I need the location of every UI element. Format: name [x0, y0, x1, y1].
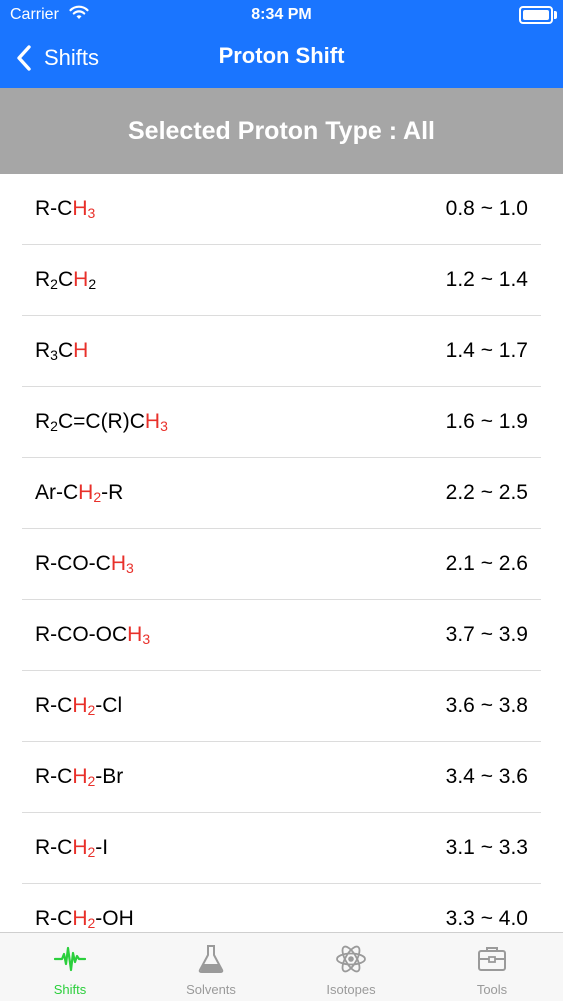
formula: R-CH2-I: [35, 836, 108, 860]
formula-part: C=C(R)C: [57, 410, 145, 433]
tab-label: Shifts: [53, 982, 87, 997]
highlighted-proton: H: [110, 552, 126, 575]
selected-type-text: Selected Proton Type : All: [128, 116, 435, 145]
tab-bar: Shifts Solvents Isotopes Tools: [0, 932, 563, 1001]
status-bar: Carrier 8:34 PM: [0, 0, 563, 30]
shift-row[interactable]: R-CO-OCH3 3.7 ~ 3.9: [22, 600, 541, 671]
shift-range: 2.2 ~ 2.5: [445, 481, 528, 504]
formula-part: R-C: [35, 765, 73, 788]
formula-part: R: [35, 268, 51, 291]
shift-range: 1.4 ~ 1.7: [445, 339, 528, 362]
highlighted-proton: 3: [142, 631, 151, 647]
selected-type-banner[interactable]: Selected Proton Type : All: [0, 88, 563, 174]
shift-range: 3.6 ~ 3.8: [445, 694, 528, 717]
tab-label: Isotopes: [326, 982, 376, 997]
formula-part: R-CO-OC: [35, 623, 128, 646]
formula-part: -Cl: [95, 694, 123, 717]
highlighted-proton: H: [73, 268, 89, 291]
header-bar: Carrier 8:34 PM Shifts Proton Shift: [0, 0, 563, 88]
shift-row[interactable]: R-CH2-Cl 3.6 ~ 3.8: [22, 671, 541, 742]
shift-range: 1.6 ~ 1.9: [445, 410, 528, 433]
formula: R-CO-OCH3: [35, 623, 150, 647]
highlighted-proton: H: [78, 481, 94, 504]
highlighted-proton: H: [72, 765, 88, 788]
highlighted-proton: H: [72, 694, 88, 717]
formula: R-CH3: [35, 197, 95, 221]
shift-row[interactable]: R-CH3 0.8 ~ 1.0: [22, 174, 541, 245]
tab-solvents[interactable]: Solvents: [141, 933, 281, 1001]
formula-part: 2: [50, 276, 58, 292]
shift-row[interactable]: R-CH2-Br 3.4 ~ 3.6: [22, 742, 541, 813]
highlighted-proton: 3: [160, 418, 168, 434]
shift-range: 3.1 ~ 3.3: [445, 836, 528, 859]
formula: R-CH2-Cl: [35, 694, 122, 718]
formula-part: -OH: [95, 907, 134, 930]
page-title: Proton Shift: [218, 43, 345, 68]
formula-part: R: [35, 410, 51, 433]
formula-part: C: [57, 268, 74, 291]
formula-part: R-C: [35, 694, 73, 717]
formula-part: 2: [88, 276, 97, 292]
tab-tools[interactable]: Tools: [422, 933, 562, 1001]
formula-part: 2: [50, 418, 58, 434]
formula-part: Ar-C: [35, 481, 79, 504]
formula-part: 3: [50, 347, 58, 363]
highlighted-proton: H: [72, 197, 88, 220]
shift-row[interactable]: R2CH2 1.2 ~ 1.4: [22, 245, 541, 316]
formula-part: R-C: [35, 907, 73, 930]
shift-range: 3.7 ~ 3.9: [445, 623, 528, 646]
atom-icon: [336, 945, 366, 973]
formula: R2CH2: [35, 268, 96, 292]
formula-part: -Br: [95, 765, 124, 788]
formula: R-CH2-OH: [35, 907, 134, 931]
highlighted-proton: H: [144, 410, 161, 433]
shift-range: 0.8 ~ 1.0: [445, 197, 528, 220]
battery-tip: [554, 11, 557, 19]
highlighted-proton: 3: [126, 560, 134, 576]
highlighted-proton: 2: [93, 489, 102, 505]
highlighted-proton: H: [127, 623, 143, 646]
formula-part: R-C: [35, 197, 73, 220]
formula: R3CH: [35, 339, 88, 363]
shift-row[interactable]: R3CH 1.4 ~ 1.7: [22, 316, 541, 387]
highlighted-proton: H: [73, 339, 89, 362]
formula: R2C=C(R)CH3: [35, 410, 168, 434]
formula: Ar-CH2-R: [35, 481, 123, 505]
shift-row[interactable]: Ar-CH2-R 2.2 ~ 2.5: [22, 458, 541, 529]
shift-range: 3.4 ~ 3.6: [445, 765, 528, 788]
battery-icon: [519, 6, 553, 24]
formula-part: -R: [101, 481, 124, 504]
formula-part: -I: [95, 836, 109, 859]
highlighted-proton: 3: [87, 205, 96, 221]
formula-part: R-C: [35, 836, 73, 859]
toolbox-icon: [478, 947, 506, 971]
proton-shift-list: R-CH3 0.8 ~ 1.0 R2CH2 1.2 ~ 1.4 R3CH 1.4 ~ 1.…: [0, 174, 563, 954]
shift-row[interactable]: R-CH2-I 3.1 ~ 3.3: [22, 813, 541, 884]
formula-part: R-CO-C: [35, 552, 111, 575]
tab-shifts[interactable]: Shifts: [0, 933, 140, 1001]
flask-icon: [198, 945, 224, 973]
formula-part: C: [57, 339, 74, 362]
tab-isotopes[interactable]: Isotopes: [281, 933, 421, 1001]
shift-row[interactable]: R2C=C(R)CH3 1.6 ~ 1.9: [22, 387, 541, 458]
status-time: 8:34 PM: [251, 6, 312, 23]
tab-label: Solvents: [186, 982, 236, 997]
formula: R-CO-CH3: [35, 552, 134, 576]
waveform-icon: [54, 946, 86, 972]
highlighted-proton: H: [72, 907, 88, 930]
formula: R-CH2-Br: [35, 765, 123, 789]
navigation-bar: Shifts Proton Shift: [0, 30, 563, 88]
shift-range: 1.2 ~ 1.4: [445, 268, 528, 291]
shift-range: 3.3 ~ 4.0: [445, 907, 528, 930]
shift-range: 2.1 ~ 2.6: [445, 552, 528, 575]
highlighted-proton: H: [72, 836, 88, 859]
tab-label: Tools: [476, 982, 508, 997]
formula-part: R: [35, 339, 51, 362]
shift-row[interactable]: R-CO-CH3 2.1 ~ 2.6: [22, 529, 541, 600]
